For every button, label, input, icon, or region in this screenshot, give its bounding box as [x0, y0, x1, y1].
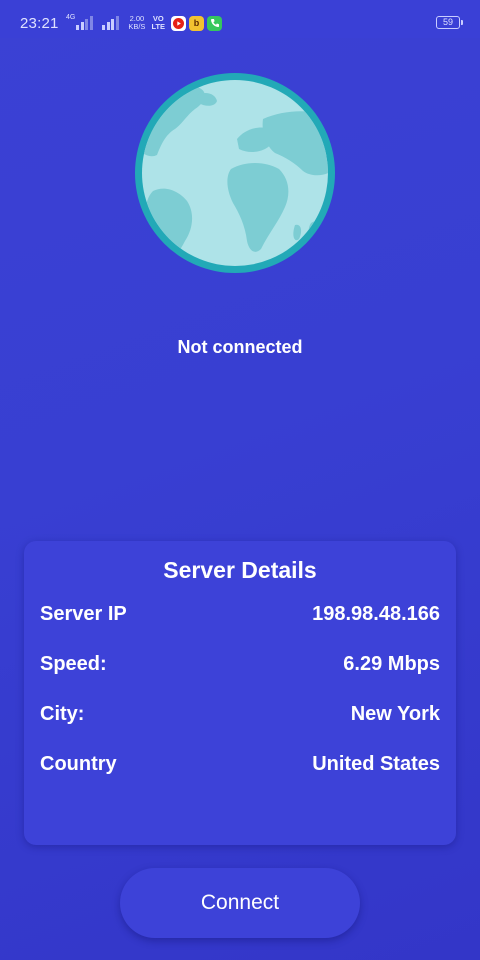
battery-icon: 59	[436, 16, 463, 29]
server-ip-row: Server IP 198.98.48.166	[40, 603, 440, 626]
country-row: Country United States	[40, 753, 440, 776]
server-details-title: Server Details	[163, 557, 317, 583]
bb-app-icon: b	[189, 15, 205, 31]
server-ip-value: 198.98.48.166	[312, 603, 440, 625]
network-type: 4G	[66, 14, 76, 21]
signal-strength-icon-secondary	[102, 16, 120, 30]
server-ip-label: Server IP	[40, 603, 127, 625]
country-value: United States	[312, 753, 440, 775]
signal-strength-icon	[76, 16, 94, 30]
city-row: City: New York	[40, 703, 440, 726]
speed-label: Speed:	[40, 653, 107, 675]
status-time: 23:21	[20, 15, 59, 32]
country-label: Country	[40, 753, 117, 775]
city-value: New York	[350, 703, 440, 725]
status-bar: 23:21 4G 2.00 KB/S VO LTE b 59	[0, 0, 480, 38]
data-speed-unit: KB/S	[128, 22, 146, 31]
battery-level: 59	[442, 17, 453, 27]
volte-bottom: LTE	[151, 22, 166, 31]
phone-call-icon	[207, 15, 223, 31]
connect-button[interactable]: Connect	[120, 868, 360, 938]
city-label: City:	[40, 703, 85, 725]
youtube-icon	[171, 15, 187, 31]
globe-icon	[135, 73, 335, 273]
speed-value: 6.29 Mbps	[343, 653, 440, 675]
data-speed-indicator: 2.00 KB/S	[128, 15, 145, 31]
volte-indicator: VO LTE	[151, 15, 165, 31]
status-icons: 4G 2.00 KB/S VO LTE b	[66, 14, 225, 32]
connection-status: Not connected	[177, 337, 303, 357]
server-details-card: Server Details Server IP 198.98.48.166 S…	[24, 541, 456, 845]
speed-row: Speed: 6.29 Mbps	[40, 653, 440, 676]
